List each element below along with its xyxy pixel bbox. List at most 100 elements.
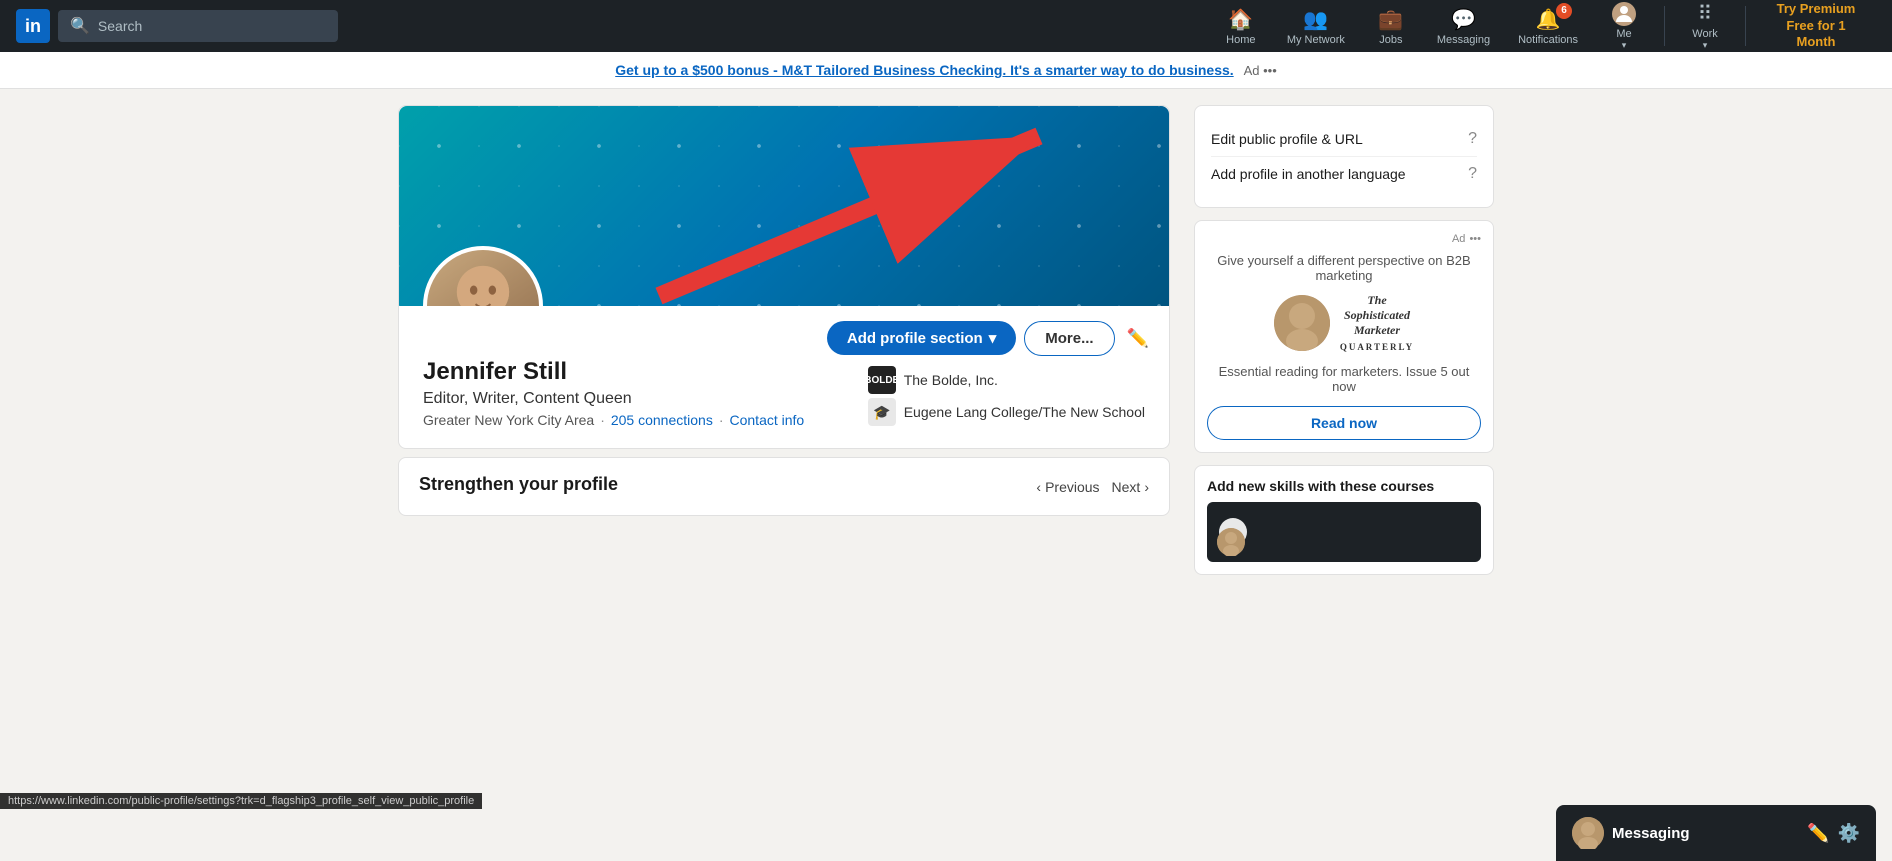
next-chevron-icon: ›	[1144, 479, 1149, 495]
nav-premium[interactable]: Try Premium Free for 1 Month	[1756, 0, 1876, 57]
profile-section: Add profile section ▾ More... ✏️ Jennife…	[398, 105, 1170, 575]
add-profile-section-button[interactable]: Add profile section ▾	[827, 321, 1016, 355]
school-logo: 🎓	[868, 398, 896, 426]
skills-title: Add new skills with these courses	[1207, 478, 1481, 494]
me-avatar	[1612, 2, 1636, 26]
profile-meta: Greater New York City Area · 205 connect…	[423, 412, 828, 428]
strengthen-title: Strengthen your profile	[419, 474, 618, 495]
search-icon: 🔍	[70, 16, 90, 36]
me-chevron-icon: ▾	[1622, 40, 1627, 51]
prev-chevron-icon: ‹	[1036, 479, 1041, 495]
edit-pencil-icon: ✏️	[1127, 328, 1149, 348]
ad-card-label: Ad	[1452, 233, 1465, 245]
nav-notifications[interactable]: 🔔 6 Notifications	[1506, 1, 1590, 52]
profile-card: Add profile section ▾ More... ✏️ Jennife…	[398, 105, 1170, 449]
profile-avatar[interactable]	[423, 246, 543, 306]
edit-public-profile-link[interactable]: Edit public profile & URL ?	[1211, 122, 1477, 157]
read-now-button[interactable]: Read now	[1207, 406, 1481, 440]
add-section-chevron: ▾	[989, 329, 997, 347]
nav-messaging-label: Messaging	[1437, 34, 1490, 46]
nav-divider-1	[1664, 6, 1665, 46]
mynetwork-icon: 👥	[1303, 7, 1328, 32]
profile-title: Editor, Writer, Content Queen	[423, 390, 828, 408]
ad-card-meta: Ad •••	[1207, 233, 1481, 245]
profile-avatar-wrap	[423, 246, 543, 306]
previous-button[interactable]: ‹ Previous	[1036, 479, 1099, 495]
nav-jobs[interactable]: 💼 Jobs	[1361, 1, 1421, 52]
edit-profile-section: Edit public profile & URL ? Add profile …	[1194, 105, 1494, 208]
nav-divider-2	[1745, 6, 1746, 46]
ad-banner: Get up to a $500 bonus - M&T Tailored Bu…	[0, 52, 1892, 89]
nav-home-label: Home	[1226, 34, 1255, 46]
compose-icon[interactable]: ✏️	[1807, 823, 1829, 844]
ad-card-brand-logo: TheSophisticatedMarketer QUARTERLY	[1340, 293, 1414, 354]
messaging-bar[interactable]: Messaging ✏️ ⚙️	[1556, 805, 1876, 861]
nav-mynetwork[interactable]: 👥 My Network	[1275, 1, 1357, 52]
skills-thumbnail[interactable]: ▶	[1207, 502, 1481, 562]
dot-2: ·	[719, 412, 724, 428]
bolde-logo: BOLDE	[868, 366, 896, 394]
nav-home[interactable]: 🏠 Home	[1211, 1, 1271, 52]
dot-1: ·	[600, 412, 605, 428]
nav-mynetwork-label: My Network	[1287, 34, 1345, 46]
sidebar: Edit public profile & URL ? Add profile …	[1194, 105, 1494, 575]
ad-card-options-icon[interactable]: •••	[1469, 233, 1481, 245]
profile-bottom-layout: Jennifer Still Editor, Writer, Content Q…	[399, 358, 1169, 448]
search-input[interactable]	[98, 18, 326, 34]
home-icon: 🏠	[1228, 7, 1253, 32]
edit-profile-button[interactable]: ✏️	[1123, 324, 1153, 353]
notifications-badge: 6	[1556, 3, 1572, 19]
nav-center: 🏠 Home 👥 My Network 💼 Jobs 💬 Messaging 🔔…	[1211, 0, 1876, 57]
company-row-school: 🎓 Eugene Lang College/The New School	[868, 398, 1145, 426]
strengthen-card: Strengthen your profile ‹ Previous Next …	[398, 457, 1170, 516]
nav-jobs-label: Jobs	[1379, 34, 1402, 46]
linkedin-logo[interactable]: in	[16, 9, 50, 43]
strengthen-nav: ‹ Previous Next ›	[1036, 479, 1149, 495]
ad-card-description: Give yourself a different perspective on…	[1207, 253, 1481, 283]
navbar: in 🔍 🏠 Home 👥 My Network 💼 Jobs 💬 Messag…	[0, 0, 1892, 52]
nav-work-label: Work	[1692, 28, 1717, 40]
company-bolde-name: The Bolde, Inc.	[904, 372, 998, 388]
ad-label: Ad	[1244, 63, 1260, 78]
ad-card-caption: Essential reading for marketers. Issue 5…	[1207, 364, 1481, 394]
add-section-label: Add profile section	[847, 330, 983, 347]
main-layout: Add profile section ▾ More... ✏️ Jennife…	[382, 105, 1510, 575]
profile-name: Jennifer Still	[423, 358, 828, 386]
ad-banner-link[interactable]: Get up to a $500 bonus - M&T Tailored Bu…	[615, 62, 1233, 78]
strengthen-header: Strengthen your profile ‹ Previous Next …	[419, 474, 1149, 499]
profile-banner	[399, 106, 1169, 306]
company-row-bolde: BOLDE The Bolde, Inc.	[868, 366, 1145, 394]
ad-options-icon[interactable]: •••	[1263, 63, 1277, 78]
red-arrow	[599, 116, 1099, 306]
work-icon: ⠿	[1698, 1, 1713, 26]
skills-mini-avatar	[1217, 528, 1245, 556]
more-button[interactable]: More...	[1024, 321, 1114, 356]
profile-info: Jennifer Still Editor, Writer, Content Q…	[423, 358, 828, 428]
messaging-icon: 💬	[1451, 7, 1476, 32]
messaging-avatar	[1572, 817, 1604, 849]
settings-icon[interactable]: ⚙️	[1838, 823, 1860, 844]
contact-info-link[interactable]: Contact info	[730, 412, 805, 428]
url-bar: https://www.linkedin.com/public-profile/…	[0, 793, 482, 809]
add-language-link[interactable]: Add profile in another language ?	[1211, 157, 1477, 191]
profile-location: Greater New York City Area	[423, 412, 594, 428]
nav-me[interactable]: Me ▾	[1594, 0, 1654, 57]
messaging-bar-left: Messaging	[1572, 817, 1690, 849]
profile-companies: BOLDE The Bolde, Inc. 🎓 Eugene Lang Coll…	[868, 358, 1145, 428]
ad-banner-meta: Ad •••	[1244, 63, 1277, 78]
jobs-icon: 💼	[1378, 7, 1403, 32]
help-icon-2: ?	[1468, 165, 1477, 183]
messaging-label: Messaging	[1612, 825, 1690, 842]
skills-thumb-overlay	[1207, 522, 1481, 562]
ad-card-visual: TheSophisticatedMarketer QUARTERLY	[1207, 293, 1481, 354]
ad-card-avatar	[1274, 295, 1330, 351]
search-bar[interactable]: 🔍	[58, 10, 338, 42]
nav-work[interactable]: ⠿ Work ▾	[1675, 0, 1735, 57]
next-button[interactable]: Next ›	[1112, 479, 1149, 495]
nav-messaging[interactable]: 💬 Messaging	[1425, 1, 1502, 52]
profile-actions: Add profile section ▾ More... ✏️	[399, 306, 1169, 358]
sidebar-ad-card: Ad ••• Give yourself a different perspec…	[1194, 220, 1494, 453]
nav-notifications-label: Notifications	[1518, 34, 1578, 46]
connections-link[interactable]: 205 connections	[611, 412, 713, 428]
skills-section: Add new skills with these courses ▶	[1194, 465, 1494, 575]
